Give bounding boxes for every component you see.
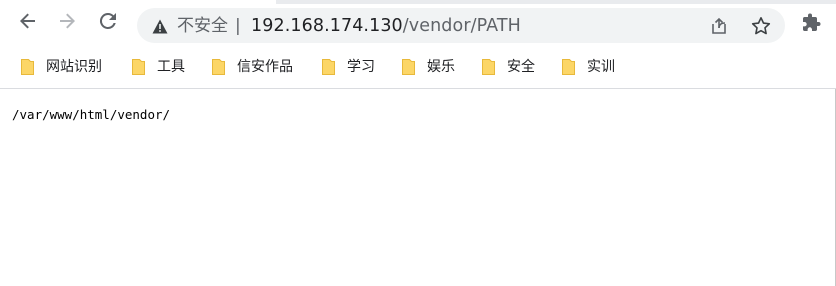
address-bar[interactable]: 不安全 | 192.168.174.130/vendor/PATH — [137, 8, 785, 43]
folder-icon — [20, 59, 35, 75]
bookmark-label: 安全 — [507, 59, 535, 75]
bookmark-folder-工具[interactable]: 工具 — [131, 56, 185, 78]
bookmark-folder-信安作品[interactable]: 信安作品 — [211, 56, 293, 78]
bookmark-folder-实训[interactable]: 实训 — [561, 56, 615, 78]
share-icon[interactable] — [709, 16, 729, 36]
bookmark-label: 实训 — [587, 59, 615, 75]
bookmark-label: 娱乐 — [427, 59, 455, 75]
back-arrow-icon — [18, 11, 38, 35]
folder-icon — [211, 59, 226, 75]
folder-icon — [321, 59, 336, 75]
bookmarks-bar: 网站识别 工具 信安作品 学习 娱乐 安全 实训 — [0, 46, 836, 89]
back-button[interactable] — [12, 7, 44, 39]
security-separator: | — [235, 16, 241, 36]
bookmark-folder-安全[interactable]: 安全 — [481, 56, 535, 78]
folder-icon — [131, 59, 146, 75]
bookmark-label: 工具 — [157, 59, 185, 75]
reload-icon — [98, 11, 118, 35]
url-text[interactable]: 192.168.174.130/vendor/PATH — [251, 15, 521, 37]
folder-icon — [561, 59, 576, 75]
extensions-button[interactable] — [800, 13, 824, 37]
folder-icon — [401, 59, 416, 75]
bookmark-label: 信安作品 — [237, 59, 293, 75]
bookmark-label: 学习 — [347, 59, 375, 75]
bookmark-folder-网站识别[interactable]: 网站识别 — [20, 56, 102, 78]
bookmark-label: 网站识别 — [46, 59, 102, 75]
page-body-text: /var/www/html/vendor/ — [12, 107, 171, 122]
forward-arrow-icon — [57, 11, 77, 35]
browser-window: 不安全 | 192.168.174.130/vendor/PATH 网站识别 工… — [0, 0, 836, 286]
puzzle-icon — [802, 13, 822, 37]
url-path: /vendor/PATH — [402, 16, 521, 36]
browser-toolbar: 不安全 | 192.168.174.130/vendor/PATH — [0, 4, 836, 46]
url-host: 192.168.174.130 — [251, 16, 403, 36]
security-status-label[interactable]: 不安全 — [177, 16, 228, 36]
warning-triangle-icon[interactable] — [151, 17, 169, 35]
bookmark-folder-学习[interactable]: 学习 — [321, 56, 375, 78]
reload-button[interactable] — [92, 7, 124, 39]
page-content: /var/www/html/vendor/ — [0, 89, 836, 286]
star-icon[interactable] — [750, 15, 772, 37]
bookmark-folder-娱乐[interactable]: 娱乐 — [401, 56, 455, 78]
folder-icon — [481, 59, 496, 75]
forward-button[interactable] — [51, 7, 83, 39]
